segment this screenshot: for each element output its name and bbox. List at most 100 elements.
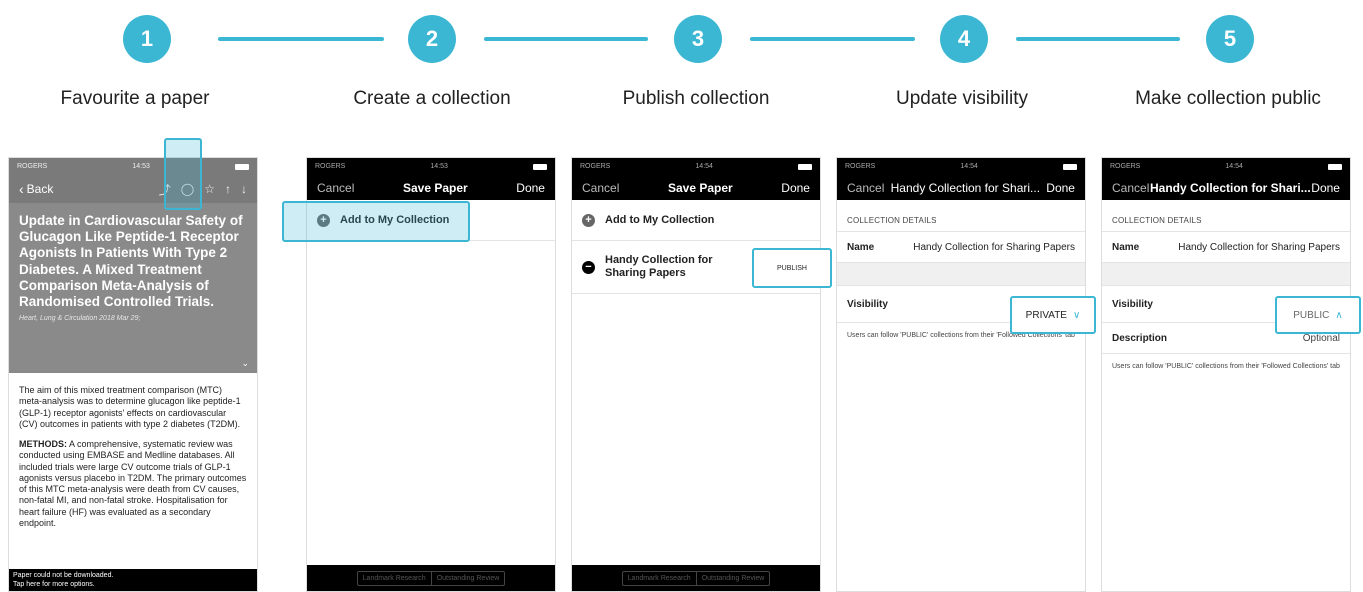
- chevron-left-icon: ‹: [19, 181, 24, 197]
- name-label: Name: [847, 241, 875, 253]
- minus-icon[interactable]: −: [582, 260, 595, 274]
- abstract-methods: METHODS: A comprehensive, systematic rev…: [19, 439, 247, 529]
- step-connector: [750, 37, 915, 41]
- step-3-label: Publish collection: [622, 88, 770, 109]
- clock: 14:53: [430, 163, 448, 170]
- cancel-button[interactable]: Cancel: [847, 181, 884, 195]
- name-label: Name: [1112, 241, 1140, 253]
- carrier: ROGERS: [845, 163, 876, 170]
- download-banner-line2: Tap here for more options.: [13, 580, 95, 588]
- tag-outstanding-review[interactable]: Outstanding Review: [695, 571, 770, 585]
- visibility-label: Visibility: [1112, 298, 1153, 310]
- status-bar: ROGERS 14:54: [572, 158, 820, 175]
- nav-bar: Cancel Save Paper Done: [572, 175, 820, 200]
- tag-outstanding-review[interactable]: Outstanding Review: [430, 571, 505, 585]
- clock: 14:54: [1225, 163, 1243, 170]
- status-bar: ROGERS 14:53: [9, 158, 257, 175]
- visibility-label: Visibility: [847, 298, 888, 310]
- done-button[interactable]: Done: [516, 181, 545, 195]
- description-value: Optional: [1302, 332, 1340, 344]
- thumbs-up-icon[interactable]: ↑: [225, 182, 231, 196]
- clock: 14:54: [960, 163, 978, 170]
- step-5-label: Make collection public: [1135, 88, 1321, 109]
- chevron-down-icon: ∨: [1072, 309, 1081, 321]
- article-title: Update in Cardiovascular Safety of Gluca…: [19, 213, 243, 309]
- battery-icon: [235, 163, 249, 170]
- done-button[interactable]: Done: [781, 181, 810, 195]
- name-value: Handy Collection for Sharing Papers: [1178, 241, 1340, 253]
- clock: 14:54: [695, 163, 713, 170]
- article-citation: Heart, Lung & Circulation 2018 Mar 29;: [19, 315, 141, 323]
- visibility-note: Users can follow 'PUBLIC' collections fr…: [1102, 353, 1350, 379]
- article-header: Update in Cardiovascular Safety of Gluca…: [9, 203, 257, 373]
- step-connector: [484, 37, 648, 41]
- step-4-label: Update visibility: [896, 88, 1028, 109]
- thumbs-down-icon[interactable]: ↓: [241, 182, 247, 196]
- nav-bar: Cancel Handy Collection for Shari... Don…: [1102, 175, 1350, 200]
- nav-bar: Cancel Handy Collection for Shari... Don…: [837, 175, 1085, 200]
- tag-landmark-research[interactable]: Landmark Research: [623, 572, 696, 585]
- divider: [837, 262, 1085, 285]
- divider: [1102, 262, 1350, 285]
- add-to-collection-row[interactable]: + Add to My Collection: [572, 200, 820, 241]
- done-button[interactable]: Done: [1046, 181, 1075, 195]
- name-row[interactable]: Name Handy Collection for Sharing Papers: [1102, 231, 1350, 262]
- download-banner-line1: Paper could not be downloaded.: [13, 572, 114, 579]
- collection-name: Handy Collection for Sharing Papers: [605, 254, 713, 279]
- battery-icon: [798, 163, 812, 170]
- status-bar: ROGERS 14:54: [1102, 158, 1350, 175]
- download-banner[interactable]: Paper could not be downloaded. Tap here …: [9, 569, 257, 591]
- step-5-badge: 5: [1206, 15, 1254, 63]
- battery-icon: [1063, 163, 1077, 170]
- tag-segment: Landmark Research Outstanding Review: [356, 570, 506, 586]
- step-3-badge: 3: [674, 15, 722, 63]
- add-collection-highlight: [282, 201, 470, 242]
- phone-article: ROGERS 14:53 ‹ Back ⤴ ◯ ☆ ↑ ↓ Update in …: [8, 157, 258, 592]
- article-abstract: The aim of this mixed treatment comparis…: [9, 373, 257, 529]
- tag-footer: Landmark Research Outstanding Review: [307, 565, 555, 591]
- battery-icon: [1328, 163, 1342, 170]
- tag-segment: Landmark Research Outstanding Review: [621, 570, 771, 586]
- step-connector: [218, 37, 384, 41]
- nav-title: Save Paper: [667, 180, 733, 195]
- status-bar: ROGERS 14:54: [837, 158, 1085, 175]
- back-button[interactable]: ‹ Back: [19, 181, 53, 197]
- back-label: Back: [26, 182, 54, 196]
- step-2-badge: 2: [408, 15, 456, 63]
- phone-publish: ROGERS 14:54 Cancel Save Paper Done + Ad…: [571, 157, 821, 592]
- step-4-badge: 4: [940, 15, 988, 63]
- visibility-value: PRIVATE: [1025, 309, 1067, 321]
- step-connector: [1016, 37, 1180, 41]
- done-button[interactable]: Done: [1311, 181, 1340, 195]
- clock: 14:53: [132, 163, 150, 170]
- step-1-badge: 1: [123, 15, 171, 63]
- section-heading: COLLECTION DETAILS: [1112, 216, 1202, 225]
- visibility-dropdown[interactable]: PUBLIC ∧: [1275, 296, 1361, 334]
- chevron-up-icon: ∧: [1335, 309, 1343, 321]
- carrier: ROGERS: [580, 163, 611, 170]
- step-1-label: Favourite a paper: [60, 88, 210, 109]
- nav-bar: Cancel Save Paper Done: [307, 175, 555, 200]
- visibility-value: PUBLIC: [1293, 309, 1330, 321]
- article-nav: ‹ Back ⤴ ◯ ☆ ↑ ↓: [9, 175, 257, 203]
- carrier: ROGERS: [1110, 163, 1141, 170]
- tag-footer: Landmark Research Outstanding Review: [572, 565, 820, 591]
- step-2-label: Create a collection: [353, 88, 511, 109]
- name-value: Handy Collection for Sharing Papers: [913, 241, 1075, 253]
- tag-landmark-research[interactable]: Landmark Research: [358, 572, 431, 585]
- nav-title: Handy Collection for Shari...: [890, 180, 1041, 195]
- publish-button[interactable]: PUBLISH: [752, 248, 832, 288]
- star-icon[interactable]: ☆: [204, 182, 215, 196]
- cancel-button[interactable]: Cancel: [582, 181, 619, 195]
- methods-text: A comprehensive, systematic review was c…: [19, 439, 247, 528]
- cancel-button[interactable]: Cancel: [1112, 181, 1149, 195]
- visibility-dropdown[interactable]: PRIVATE ∨: [1010, 296, 1096, 334]
- name-row[interactable]: Name Handy Collection for Sharing Papers: [837, 231, 1085, 262]
- battery-icon: [533, 163, 547, 170]
- chevron-down-icon[interactable]: ⌄: [241, 358, 249, 369]
- favourite-highlight: [164, 138, 202, 210]
- nav-title: Handy Collection for Shari...: [1149, 180, 1311, 195]
- abstract-paragraph: The aim of this mixed treatment comparis…: [19, 385, 241, 429]
- phone-visibility-private: ROGERS 14:54 Cancel Handy Collection for…: [836, 157, 1086, 592]
- cancel-button[interactable]: Cancel: [317, 181, 354, 195]
